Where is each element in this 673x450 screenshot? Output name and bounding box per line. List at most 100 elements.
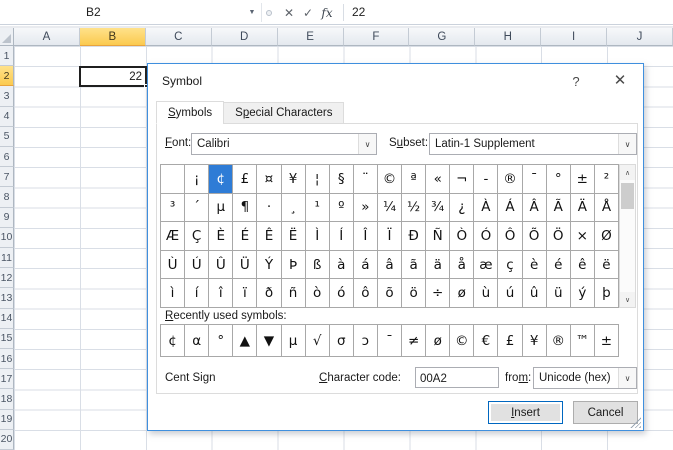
scrollbar-thumb[interactable] (621, 183, 634, 209)
column-header-a[interactable]: A (14, 28, 80, 46)
symbol-cell[interactable]: ñ (281, 279, 306, 308)
symbol-cell[interactable]: § (329, 165, 354, 194)
symbol-cell[interactable]: Ì (305, 222, 330, 251)
row-header-14[interactable]: 14 (0, 308, 14, 329)
symbol-cell[interactable]: Ð (402, 222, 427, 251)
symbol-cell[interactable]: ¤ (257, 165, 282, 194)
symbol-cell[interactable]: û (522, 279, 547, 308)
symbol-cell[interactable]: ¥ (281, 165, 306, 194)
symbol-cell[interactable]: ¬ (450, 165, 475, 194)
subset-combobox[interactable]: Latin-1 Supplement ∨ (429, 133, 637, 155)
symbol-cell[interactable]: ¹ (305, 193, 330, 223)
symbol-cell[interactable]: ç (498, 250, 523, 280)
row-header-9[interactable]: 9 (0, 207, 14, 228)
symbol-cell[interactable]: ½ (402, 193, 427, 223)
symbol-cell[interactable]: Î (353, 222, 378, 251)
symbol-cell[interactable]: ê (570, 250, 595, 280)
symbol-cell[interactable]: Ô (498, 222, 523, 251)
select-all-button[interactable] (0, 28, 14, 46)
recent-symbol-cell[interactable]: ° (209, 325, 234, 357)
recent-symbol-cell[interactable]: ▼ (257, 325, 282, 357)
symbol-cell[interactable]: ë (594, 250, 619, 280)
formula-enter-button[interactable]: ✓ (299, 3, 317, 22)
character-code-input[interactable] (415, 367, 499, 388)
symbol-cell[interactable]: é (546, 250, 571, 280)
symbol-cell[interactable]: Ü (233, 250, 258, 280)
column-header-c[interactable]: C (145, 28, 212, 46)
row-header-15[interactable]: 15 (0, 328, 14, 349)
symbol-cell[interactable]: à (329, 250, 354, 280)
symbol-cell[interactable]: è (522, 250, 547, 280)
symbol-cell[interactable]: ý (570, 279, 595, 308)
recent-symbol-cell[interactable]: σ (329, 325, 354, 357)
recent-symbol-cell[interactable]: ¯ (377, 325, 403, 357)
row-header-17[interactable]: 17 (0, 369, 14, 390)
symbol-cell[interactable]: Ò (450, 222, 475, 251)
symbol-cell[interactable]: ¸ (281, 193, 306, 223)
symbol-cell[interactable]: ª (402, 165, 427, 194)
row-header-19[interactable]: 19 (0, 409, 14, 430)
recent-symbol-cell[interactable]: ¥ (522, 325, 547, 357)
symbol-cell[interactable]: « (426, 165, 451, 194)
symbol-cell[interactable]: ó (329, 279, 354, 308)
symbol-cell[interactable]: ò (305, 279, 330, 308)
row-header-4[interactable]: 4 (0, 106, 14, 127)
insert-button[interactable]: Insert (488, 401, 563, 424)
column-header-j[interactable]: J (607, 28, 673, 46)
symbol-cell[interactable]: ¿ (450, 193, 475, 223)
recent-symbol-cell[interactable]: µ (281, 325, 306, 357)
symbol-cell[interactable]: ð (257, 279, 282, 308)
name-box[interactable]: B2 (86, 5, 101, 19)
symbol-cell[interactable]: Â (522, 193, 547, 223)
symbol-cell[interactable]: À (474, 193, 499, 223)
symbol-cell[interactable]: ÷ (426, 279, 451, 308)
symbol-cell[interactable]: Û (209, 250, 234, 280)
symbol-cell[interactable]: £ (233, 165, 258, 194)
symbol-cell[interactable]: Ç (185, 222, 210, 251)
row-header-8[interactable]: 8 (0, 187, 14, 208)
symbol-cell[interactable]: Ú (185, 250, 210, 280)
symbol-cell[interactable]: ¨ (353, 165, 378, 194)
symbol-cell[interactable]: ô (353, 279, 378, 308)
symbol-cell[interactable]: Ê (257, 222, 282, 251)
symbol-cell[interactable]: Í (329, 222, 354, 251)
symbol-cell[interactable]: É (233, 222, 258, 251)
symbol-cell[interactable]: º (329, 193, 354, 223)
symbol-cell[interactable]: â (377, 250, 403, 280)
column-header-b[interactable]: B (79, 28, 146, 46)
row-header-2[interactable]: 2 (0, 66, 14, 87)
symbol-cell[interactable]: ¡ (185, 165, 210, 194)
row-header-6[interactable]: 6 (0, 147, 14, 168)
cancel-button[interactable]: Cancel (573, 401, 638, 424)
symbol-cell[interactable]: ° (546, 165, 571, 194)
recent-symbol-cell[interactable]: ± (594, 325, 619, 357)
recent-symbol-cell[interactable]: √ (305, 325, 330, 357)
recent-symbol-cell[interactable]: ▲ (233, 325, 258, 357)
symbol-cell[interactable]: ¯ (522, 165, 547, 194)
column-header-g[interactable]: G (409, 28, 476, 46)
column-header-i[interactable]: I (541, 28, 608, 46)
symbol-cell[interactable]: Ñ (426, 222, 451, 251)
symbol-cell[interactable]: õ (377, 279, 403, 308)
formula-cancel-button[interactable]: ✕ (280, 3, 298, 22)
row-header-5[interactable]: 5 (0, 126, 14, 147)
symbol-cell[interactable]: ´ (185, 193, 210, 223)
symbol-cell[interactable]: Á (498, 193, 523, 223)
symbol-cell[interactable]: æ (474, 250, 499, 280)
row-header-10[interactable]: 10 (0, 227, 14, 248)
font-combobox[interactable]: Calibri ∨ (191, 133, 377, 155)
symbol-cell[interactable]: È (209, 222, 234, 251)
symbol-cell[interactable]: Ù (161, 250, 186, 280)
row-header-3[interactable]: 3 (0, 86, 14, 107)
symbol-cell[interactable]: µ (209, 193, 234, 223)
recent-symbol-cell[interactable]: ɔ (353, 325, 378, 357)
symbol-cell[interactable]: Ö (546, 222, 571, 251)
symbol-cell[interactable]: ü (546, 279, 571, 308)
symbol-cell[interactable]: × (570, 222, 595, 251)
symbol-cell[interactable]: ì (161, 279, 186, 308)
symbol-cell[interactable]: å (450, 250, 475, 280)
symbol-cell[interactable] (161, 165, 186, 194)
symbol-cell[interactable]: ² (594, 165, 619, 194)
symbol-cell[interactable]: ¶ (233, 193, 258, 223)
symbol-cell[interactable]: ¢ (209, 165, 234, 194)
